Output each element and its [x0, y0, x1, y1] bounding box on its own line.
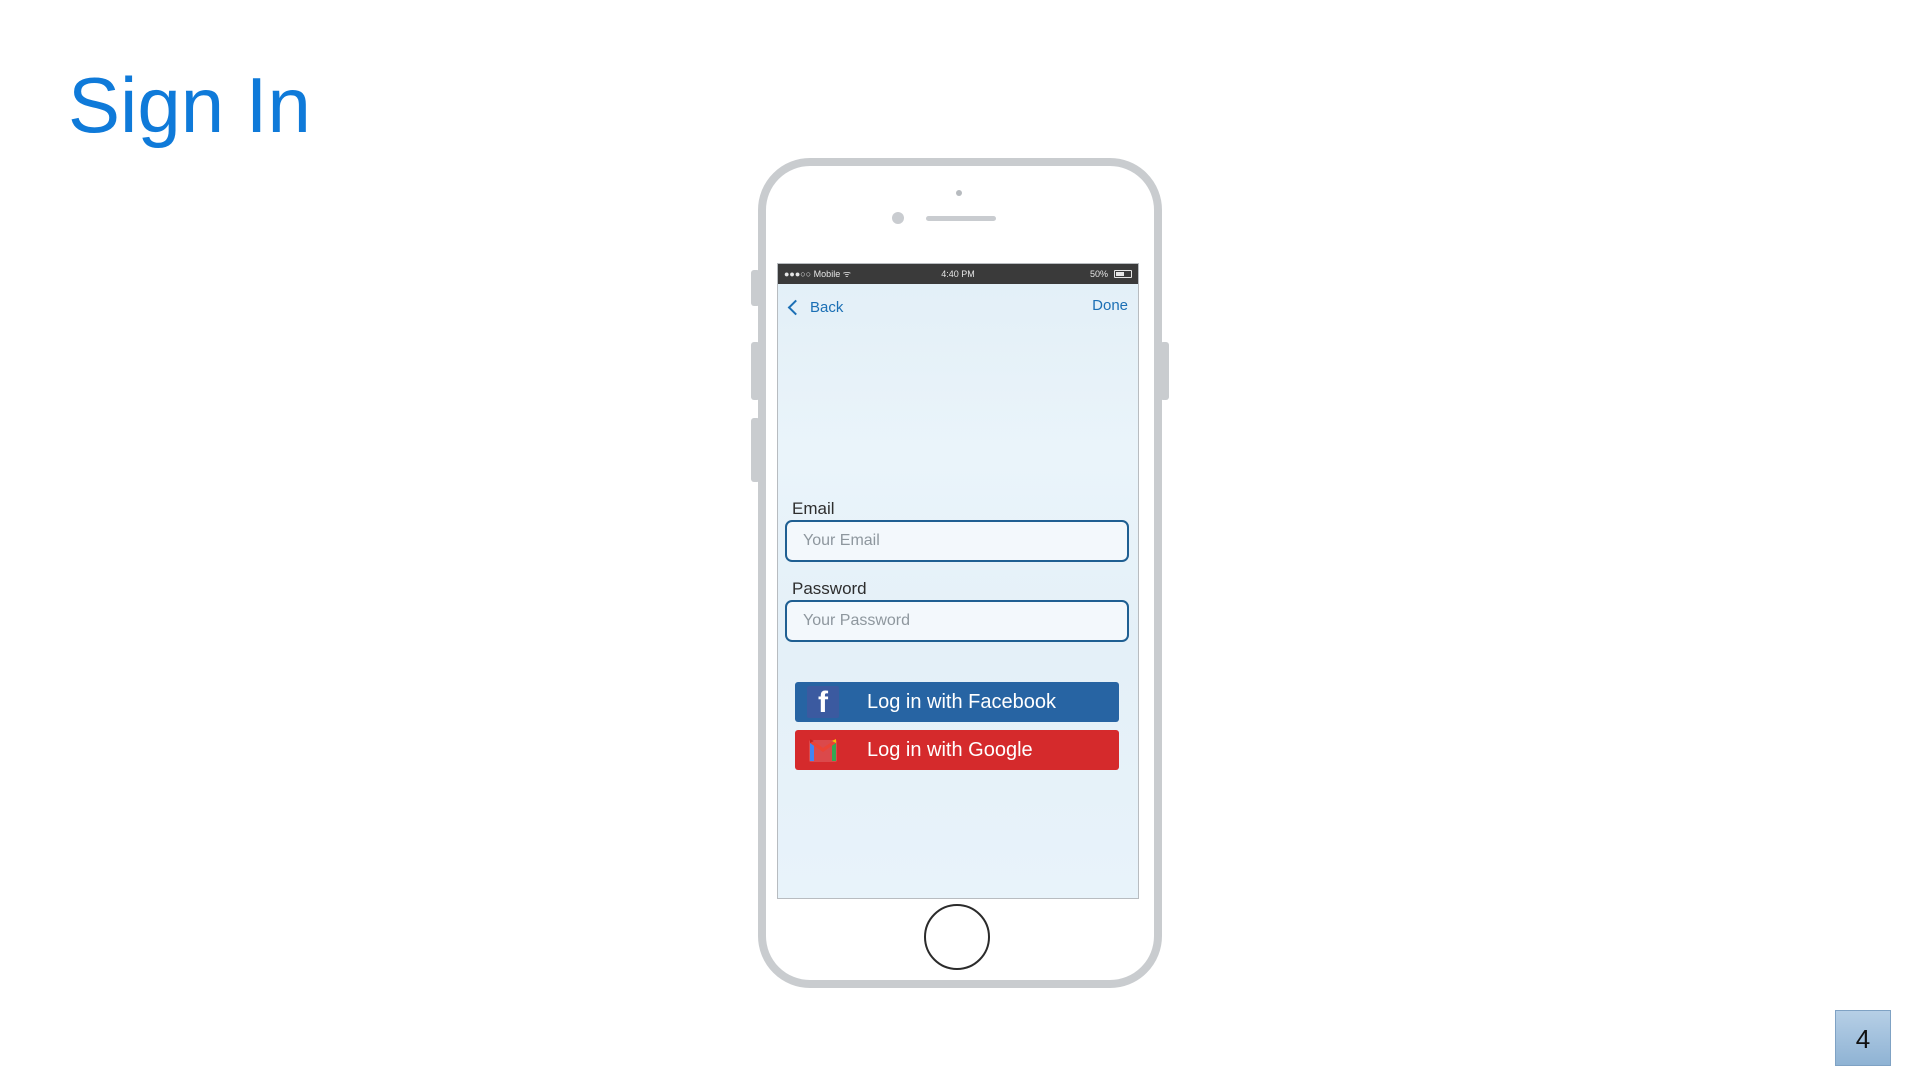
chevron-left-icon: [787, 299, 804, 315]
gmail-icon: [809, 739, 837, 762]
email-label: Email: [792, 499, 835, 518]
status-bar: ●●●○○ Mobile ᯤ 4:40 PM 50%: [778, 264, 1138, 284]
google-login-button[interactable]: Log in with Google: [795, 730, 1119, 770]
phone-mockup: ●●●○○ Mobile ᯤ 4:40 PM 50% Back Done Ema…: [751, 158, 1169, 988]
volume-down-button: [751, 418, 760, 482]
email-input[interactable]: [785, 520, 1129, 562]
done-button[interactable]: Done: [1092, 297, 1128, 314]
back-label: Back: [810, 298, 844, 316]
mute-switch: [751, 270, 760, 306]
phone-screen: ●●●○○ Mobile ᯤ 4:40 PM 50% Back Done Ema…: [777, 263, 1139, 899]
slide: Sign In ●●●○○ Mobile ᯤ 4:40 PM 50% Back …: [0, 0, 1920, 1080]
google-login-label: Log in with Google: [867, 738, 1033, 761]
proximity-sensor: [956, 190, 962, 196]
home-button[interactable]: [924, 904, 990, 970]
facebook-login-label: Log in with Facebook: [867, 690, 1057, 713]
earpiece-speaker: [926, 216, 996, 221]
facebook-login-button[interactable]: f Log in with Facebook: [795, 682, 1119, 722]
front-camera: [892, 212, 904, 224]
battery-icon: [1114, 270, 1132, 278]
back-button[interactable]: Back: [786, 296, 843, 318]
password-label: Password: [792, 579, 867, 598]
status-battery-percent: 50%: [1089, 269, 1108, 279]
volume-up-button: [751, 342, 760, 400]
password-input[interactable]: [785, 600, 1129, 642]
power-button: [1160, 342, 1169, 400]
facebook-icon: f: [807, 686, 839, 719]
page-title: Sign In: [68, 61, 311, 149]
status-time: 4:40 PM: [941, 269, 975, 279]
slide-number-badge: 4: [1835, 1010, 1891, 1066]
